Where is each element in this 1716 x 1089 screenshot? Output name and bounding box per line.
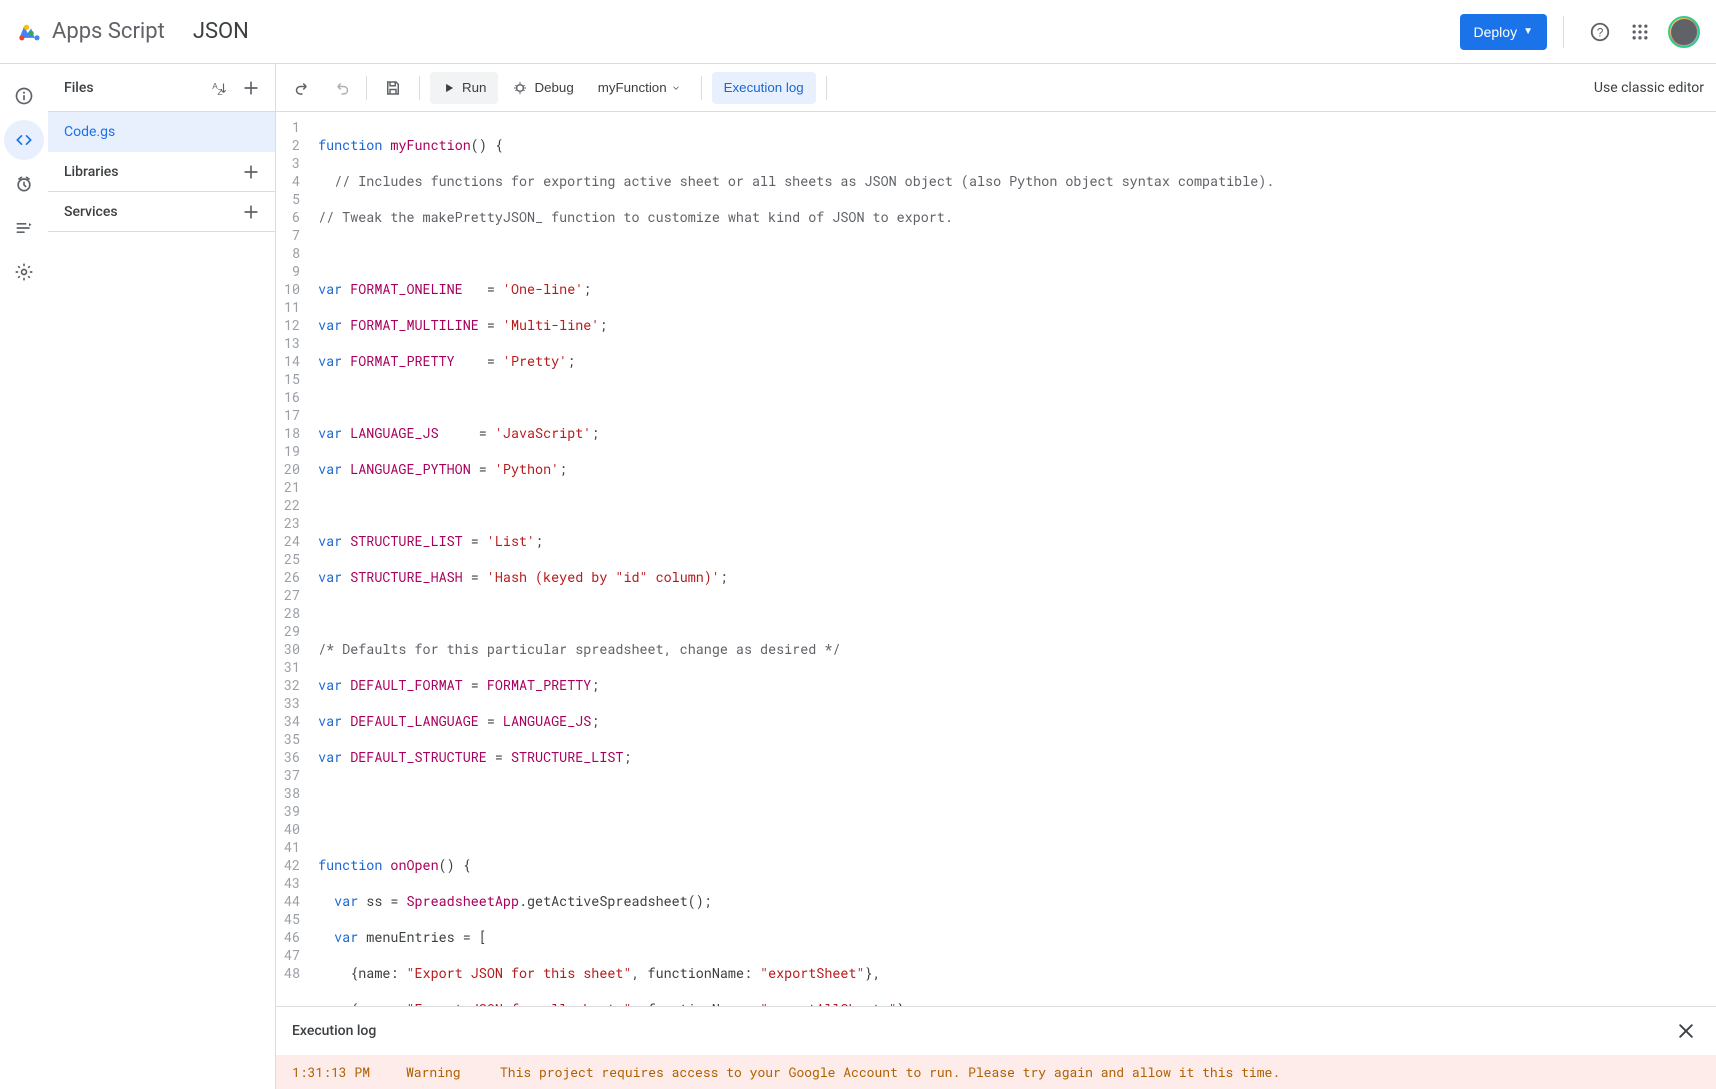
- project-name[interactable]: JSON: [193, 19, 249, 44]
- avatar[interactable]: [1668, 16, 1700, 48]
- caret-down-icon: [671, 83, 681, 93]
- libraries-section[interactable]: Libraries: [48, 152, 275, 192]
- services-section[interactable]: Services: [48, 192, 275, 232]
- execution-log-panel: Execution log 1:31:13 PM Warning This pr…: [276, 1006, 1716, 1089]
- left-rail: [0, 64, 48, 1089]
- help-icon: ?: [1589, 21, 1611, 43]
- separator: [366, 76, 367, 100]
- plus-icon: [241, 78, 261, 98]
- header: Apps Script JSON Deploy ▼ ?: [0, 0, 1716, 64]
- function-selected-label: myFunction: [598, 80, 667, 95]
- save-button[interactable]: [377, 72, 409, 104]
- code-content[interactable]: function myFunction() { // Includes func…: [318, 112, 1716, 1006]
- function-select[interactable]: myFunction: [588, 72, 691, 104]
- sort-files-button[interactable]: AZ: [203, 72, 235, 104]
- plus-icon: [241, 162, 261, 182]
- log-message: This project requires access to your Goo…: [500, 1063, 1280, 1081]
- files-title: Files: [64, 80, 203, 96]
- libraries-label: Libraries: [64, 164, 235, 180]
- code-icon: [14, 130, 34, 150]
- rail-settings[interactable]: [4, 252, 44, 292]
- close-icon: [1676, 1021, 1696, 1041]
- run-button[interactable]: Run: [430, 72, 498, 104]
- apps-script-logo-icon: [16, 18, 44, 46]
- add-service-button[interactable]: [235, 196, 267, 228]
- info-icon: [14, 86, 34, 106]
- file-label: Code.gs: [64, 124, 259, 140]
- log-time: 1:31:13 PM: [292, 1063, 382, 1081]
- divider: [1563, 16, 1564, 48]
- execution-log-title: Execution log: [292, 1023, 1672, 1039]
- separator: [826, 76, 827, 100]
- logo[interactable]: Apps Script: [16, 18, 165, 46]
- line-gutter: 1234567891011121314151617181920212223242…: [276, 112, 318, 1006]
- svg-text:?: ?: [1597, 25, 1604, 39]
- rail-executions[interactable]: [4, 208, 44, 248]
- use-classic-editor-link[interactable]: Use classic editor: [1594, 80, 1704, 96]
- close-execution-log-button[interactable]: [1672, 1017, 1700, 1045]
- code-editor[interactable]: 1234567891011121314151617181920212223242…: [276, 112, 1716, 1006]
- debug-icon: [512, 80, 528, 96]
- product-name: Apps Script: [52, 19, 165, 44]
- rail-editor[interactable]: [4, 120, 44, 160]
- redo-button[interactable]: [324, 72, 356, 104]
- rail-triggers[interactable]: [4, 164, 44, 204]
- play-icon: [442, 81, 456, 95]
- undo-button[interactable]: [288, 72, 320, 104]
- plus-icon: [241, 202, 261, 222]
- apps-grid-button[interactable]: [1620, 12, 1660, 52]
- editor-toolbar: Run Debug myFunction Execution log Use c…: [276, 64, 1716, 112]
- debug-label: Debug: [534, 80, 573, 95]
- deploy-label: Deploy: [1474, 24, 1518, 40]
- rail-overview[interactable]: [4, 76, 44, 116]
- undo-icon: [295, 79, 313, 97]
- gear-icon: [14, 262, 34, 282]
- svg-text:Z: Z: [218, 87, 223, 96]
- add-library-button[interactable]: [235, 156, 267, 188]
- deploy-button[interactable]: Deploy ▼: [1460, 14, 1548, 50]
- caret-down-icon: ▼: [1523, 26, 1533, 37]
- editor-pane: Run Debug myFunction Execution log Use c…: [276, 64, 1716, 1089]
- files-header: Files AZ: [48, 64, 275, 112]
- help-button[interactable]: ?: [1580, 12, 1620, 52]
- file-code-gs[interactable]: Code.gs: [48, 112, 275, 152]
- execution-log-header: Execution log: [276, 1007, 1716, 1055]
- services-label: Services: [64, 204, 235, 220]
- files-sidebar: Files AZ Code.gs Libraries Services: [48, 64, 276, 1089]
- log-level: Warning: [406, 1063, 476, 1081]
- executions-icon: [14, 218, 34, 238]
- save-icon: [384, 79, 402, 97]
- run-label: Run: [462, 80, 486, 95]
- debug-button[interactable]: Debug: [502, 72, 583, 104]
- add-file-button[interactable]: [235, 72, 267, 104]
- execution-log-button[interactable]: Execution log: [712, 72, 816, 104]
- execution-log-row: 1:31:13 PM Warning This project requires…: [276, 1055, 1716, 1089]
- separator: [701, 76, 702, 100]
- sort-icon: AZ: [210, 79, 228, 97]
- apps-grid-icon: [1630, 22, 1650, 42]
- separator: [419, 76, 420, 100]
- redo-icon: [331, 79, 349, 97]
- clock-icon: [14, 174, 34, 194]
